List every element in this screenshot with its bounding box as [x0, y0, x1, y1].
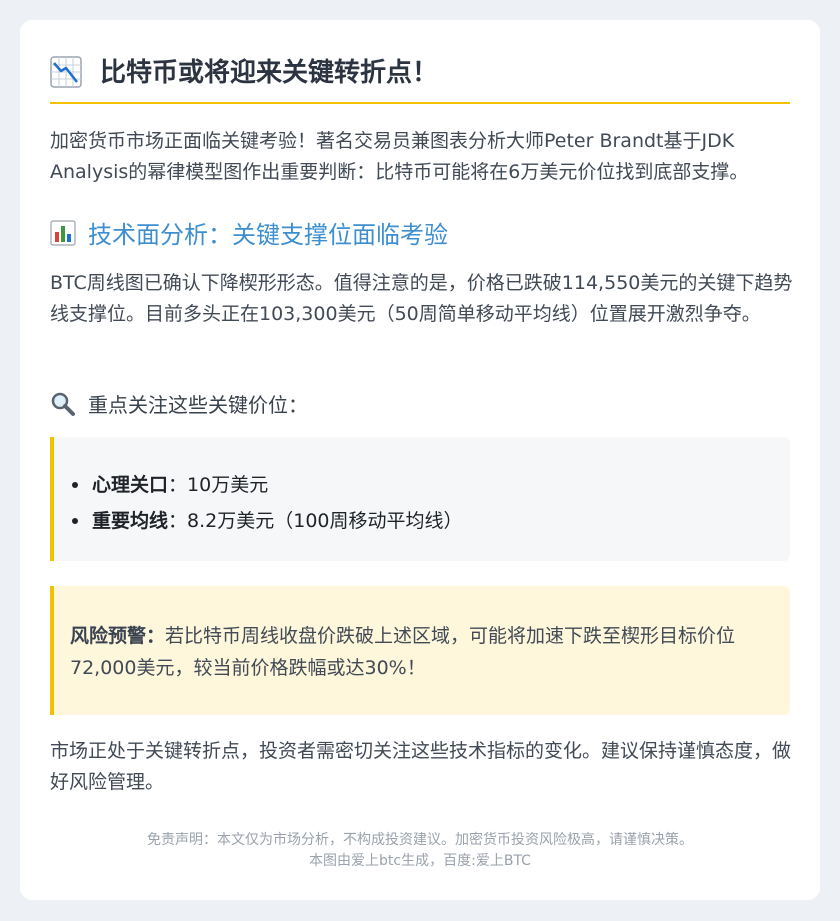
level-label: 重要均线: [92, 510, 169, 532]
list-item: 心理关口：10万美元: [72, 467, 463, 503]
footer: 免责声明：本文仅为市场分析，不构成投资建议。加密货币投资风险极高，请谨慎决策。 …: [50, 830, 790, 872]
level-separator: ：: [168, 474, 188, 496]
article-card: 比特币或将迎来关键转折点！ 加密货币市场正面临关键考验！著名交易员兼图表分析大师…: [20, 20, 820, 900]
disclaimer-text: 免责声明：本文仅为市场分析，不构成投资建议。加密货币投资风险极高，请谨慎决策。: [147, 832, 693, 848]
title-text: 比特币或将迎来关键转折点！: [100, 58, 439, 88]
level-separator: ：: [168, 510, 188, 532]
magnifying-glass-icon: [51, 392, 75, 416]
level-value: 8.2万美元（100周移动平均线）: [187, 510, 463, 532]
warning-label: 风险预警：: [70, 625, 166, 647]
warning-text: 若比特币周线收盘价跌破上述区域，可能将加速下跌至楔形目标价位72,000美元，较…: [70, 625, 736, 679]
closing-paragraph: 市场正处于关键转折点，投资者需密切关注这些技术指标的变化。建议保持谨慎态度，做好…: [50, 740, 792, 793]
key-levels-list: 心理关口：10万美元 重要均线：8.2万美元（100周移动平均线）: [72, 467, 463, 539]
risk-warning-box: 风险预警：若比特币周线收盘价跌破上述区域，可能将加速下跌至楔形目标价位72,00…: [50, 586, 790, 715]
article-title: 比特币或将迎来关键转折点！: [50, 56, 790, 104]
credit-text: 本图由爱上btc生成，百度:爱上BTC: [309, 853, 531, 869]
key-levels-box: 心理关口：10万美元 重要均线：8.2万美元（100周移动平均线）: [50, 437, 790, 561]
level-label: 心理关口: [92, 474, 169, 496]
bar-chart-icon: [50, 219, 76, 246]
technical-paragraph: BTC周线图已确认下降楔形形态。值得注意的是，价格已跌破114,550美元的关键…: [50, 272, 793, 325]
technical-heading: 技术面分析：关键支撑位面临考验: [50, 215, 448, 250]
chart-decreasing-icon: [50, 56, 82, 88]
levels-heading-text: 重点关注这些关键价位：: [88, 393, 308, 417]
list-item: 重要均线：8.2万美元（100周移动平均线）: [72, 503, 463, 539]
technical-heading-text: 技术面分析：关键支撑位面临考验: [88, 221, 448, 249]
level-value: 10万美元: [187, 474, 269, 496]
intro-paragraph: 加密货币市场正面临关键考验！著名交易员兼图表分析大师Peter Brandt基于…: [50, 130, 749, 183]
levels-heading: 重点关注这些关键价位：: [50, 389, 308, 418]
